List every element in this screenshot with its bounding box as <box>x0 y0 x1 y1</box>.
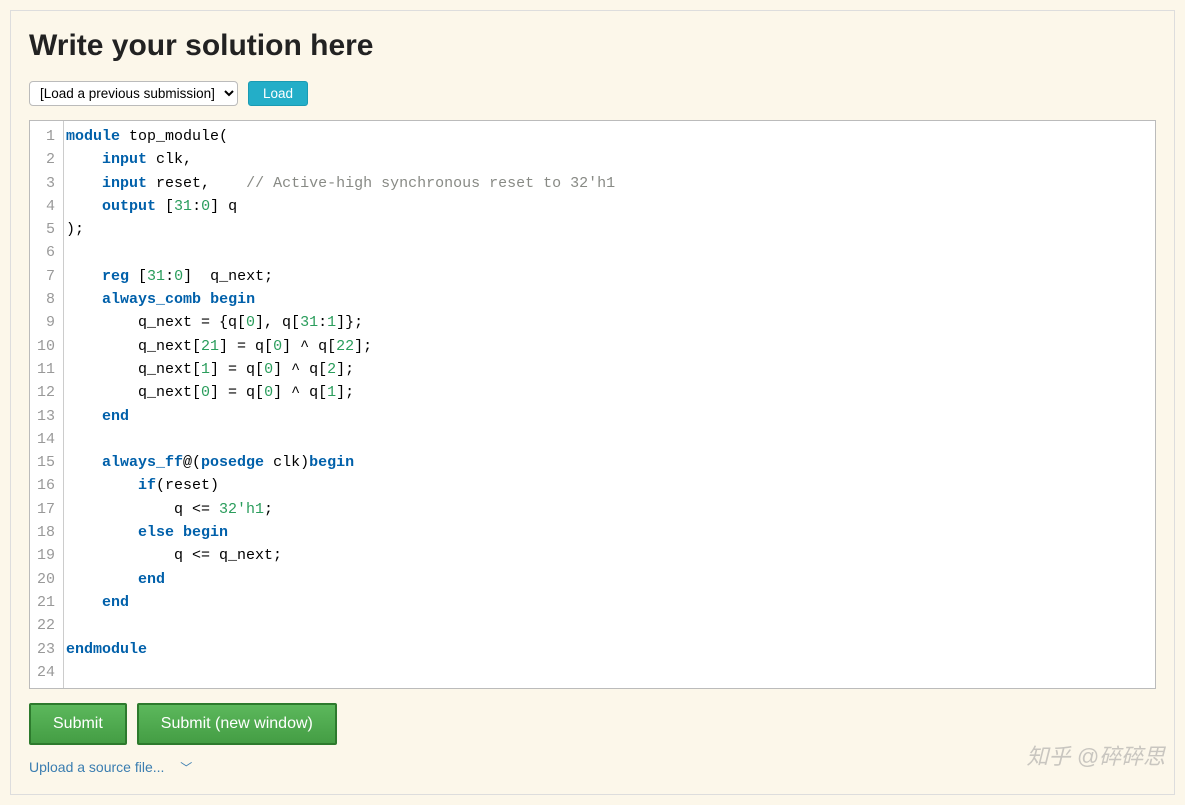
submit-row: Submit Submit (new window) <box>29 703 1156 745</box>
upload-source-link[interactable]: Upload a source file... <box>29 759 164 775</box>
line-gutter: 123456789101112131415161718192021222324 <box>30 121 64 688</box>
toolbar: [Load a previous submission] Load <box>29 81 1156 106</box>
previous-submission-select[interactable]: [Load a previous submission] <box>29 81 238 106</box>
chevron-down-icon: ﹀ <box>180 761 192 775</box>
submit-button[interactable]: Submit <box>29 703 127 745</box>
upload-link-row: Upload a source file... ﹀ <box>29 759 1156 776</box>
code-editor[interactable]: 123456789101112131415161718192021222324 … <box>29 120 1156 689</box>
load-button[interactable]: Load <box>248 81 308 106</box>
code-content[interactable]: module top_module( input clk, input rese… <box>64 121 1155 688</box>
solution-panel: Write your solution here [Load a previou… <box>10 10 1175 795</box>
submit-new-window-button[interactable]: Submit (new window) <box>137 703 337 745</box>
page-title: Write your solution here <box>29 29 1156 63</box>
